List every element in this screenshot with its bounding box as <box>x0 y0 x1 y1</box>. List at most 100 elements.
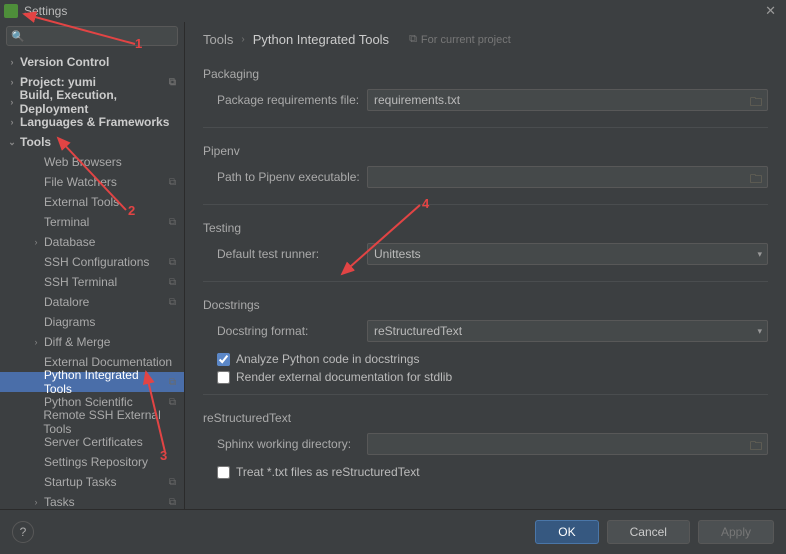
sidebar-item-diagrams[interactable]: Diagrams <box>0 312 184 332</box>
sphinx-dir-input[interactable] <box>367 433 768 455</box>
chevron-down-icon: ▾ <box>757 326 762 337</box>
sidebar-item-label: Python Scientific <box>44 395 133 409</box>
sphinx-dir-label: Sphinx working directory: <box>217 437 367 451</box>
crumb-current: Python Integrated Tools <box>253 32 389 47</box>
project-badge-icon: ⧉ <box>169 477 176 488</box>
docstring-format-label: Docstring format: <box>217 324 367 338</box>
section-pipenv: Pipenv <box>203 144 768 158</box>
folder-icon[interactable]: 🗀 <box>750 170 762 191</box>
sidebar-item-version-control[interactable]: ›Version Control <box>0 52 184 72</box>
sidebar-item-ssh-configurations[interactable]: SSH Configurations ⧉ <box>0 252 184 272</box>
pipenv-path-label: Path to Pipenv executable: <box>217 170 367 184</box>
sidebar-item-label: File Watchers <box>44 175 117 189</box>
sidebar-item-label: External Documentation <box>44 355 172 369</box>
sidebar-item-label: External Tools <box>44 195 119 209</box>
sidebar-item-tasks[interactable]: ›Tasks ⧉ <box>0 492 184 509</box>
project-badge-icon: ⧉ <box>169 277 176 288</box>
chevron-icon: › <box>6 77 18 87</box>
search-icon: 🔍 <box>11 30 25 43</box>
sidebar-item-label: Project: yumi <box>20 75 96 89</box>
treat-txt-label: Treat *.txt files as reStructuredText <box>236 465 420 479</box>
pipenv-path-input[interactable] <box>367 166 768 188</box>
chevron-down-icon: ▾ <box>757 249 762 260</box>
sidebar-item-label: Datalore <box>44 295 89 309</box>
sidebar-item-database[interactable]: ›Database <box>0 232 184 252</box>
sidebar-item-label: Diagrams <box>44 315 95 329</box>
cancel-button[interactable]: Cancel <box>607 520 690 544</box>
sidebar-item-label: Remote SSH External Tools <box>43 408 184 436</box>
folder-icon[interactable]: 🗀 <box>750 93 762 114</box>
analyze-docstrings-checkbox[interactable] <box>217 353 230 366</box>
sidebar-item-label: Web Browsers <box>44 155 122 169</box>
chevron-icon: ⌄ <box>6 137 18 148</box>
ok-button[interactable]: OK <box>535 520 598 544</box>
section-testing: Testing <box>203 221 768 235</box>
window-title: Settings <box>24 4 67 18</box>
test-runner-label: Default test runner: <box>217 247 367 261</box>
analyze-docstrings-label: Analyze Python code in docstrings <box>236 352 419 366</box>
app-icon <box>4 4 18 18</box>
chevron-icon: › <box>30 497 42 507</box>
crumb-tools[interactable]: Tools <box>203 32 233 47</box>
help-button[interactable]: ? <box>12 521 34 543</box>
sidebar-item-web-browsers[interactable]: Web Browsers <box>0 152 184 172</box>
req-file-input[interactable] <box>367 89 768 111</box>
treat-txt-checkbox[interactable] <box>217 466 230 479</box>
chevron-icon: › <box>6 57 18 67</box>
project-badge-icon: ⧉ <box>169 257 176 268</box>
main-panel: Tools › Python Integrated Tools ⧉ For cu… <box>185 22 786 509</box>
folder-icon[interactable]: 🗀 <box>750 437 762 458</box>
render-stdlib-label: Render external documentation for stdlib <box>236 370 452 384</box>
project-badge-icon: ⧉ <box>169 497 176 508</box>
sidebar-item-label: SSH Configurations <box>44 255 149 269</box>
annotation-3: 3 <box>160 448 167 463</box>
search-input[interactable] <box>6 26 178 46</box>
copy-icon: ⧉ <box>409 33 417 46</box>
sidebar-item-terminal[interactable]: Terminal⧉ <box>0 212 184 232</box>
sidebar-item-build-execution-deployment[interactable]: ›Build, Execution, Deployment <box>0 92 184 112</box>
sidebar-item-label: Startup Tasks <box>44 475 116 489</box>
test-runner-select[interactable]: Unittests <box>367 243 768 265</box>
sidebar-item-label: Tasks <box>44 495 75 509</box>
close-icon[interactable]: ✕ <box>759 3 782 19</box>
sidebar-item-label: Diff & Merge <box>44 335 110 349</box>
annotation-4: 4 <box>422 196 429 211</box>
settings-tree: ›Version Control›Project: yumi⧉›Build, E… <box>0 50 184 509</box>
project-badge-icon: ⧉ <box>169 177 176 188</box>
sidebar-item-remote-ssh-external-tools[interactable]: Remote SSH External Tools <box>0 412 184 432</box>
sidebar-item-external-tools[interactable]: External Tools <box>0 192 184 212</box>
breadcrumb: Tools › Python Integrated Tools ⧉ For cu… <box>203 32 768 47</box>
annotation-1: 1 <box>135 36 142 51</box>
sidebar-item-tools[interactable]: ⌄Tools <box>0 132 184 152</box>
project-scope-badge: ⧉ For current project <box>409 33 511 46</box>
sidebar-item-languages-frameworks[interactable]: ›Languages & Frameworks <box>0 112 184 132</box>
dialog-footer: ? OK Cancel Apply <box>0 509 786 554</box>
project-badge-icon: ⧉ <box>169 397 176 408</box>
sidebar-item-datalore[interactable]: Datalore ⧉ <box>0 292 184 312</box>
chevron-icon: › <box>30 237 42 247</box>
chevron-right-icon: › <box>241 34 244 45</box>
sidebar-item-label: Version Control <box>20 55 109 69</box>
section-rst: reStructuredText <box>203 411 768 425</box>
chevron-icon: › <box>30 337 42 347</box>
titlebar: Settings ✕ <box>0 0 786 22</box>
project-badge-icon: ⧉ <box>169 77 176 88</box>
sidebar-item-label: Build, Execution, Deployment <box>20 88 184 116</box>
annotation-2: 2 <box>128 203 135 218</box>
sidebar-item-startup-tasks[interactable]: Startup Tasks ⧉ <box>0 472 184 492</box>
sidebar-item-label: Database <box>44 235 95 249</box>
render-stdlib-checkbox[interactable] <box>217 371 230 384</box>
sidebar-item-python-integrated-tools[interactable]: Python Integrated Tools⧉ <box>0 372 184 392</box>
project-badge-icon: ⧉ <box>169 297 176 308</box>
chevron-icon: › <box>6 117 18 127</box>
sidebar-item-diff-merge[interactable]: ›Diff & Merge <box>0 332 184 352</box>
sidebar-item-file-watchers[interactable]: File Watchers ⧉ <box>0 172 184 192</box>
sidebar-item-label: Server Certificates <box>44 435 143 449</box>
chevron-icon: › <box>6 97 18 107</box>
sidebar: 🔍 ›Version Control›Project: yumi⧉›Build,… <box>0 22 185 509</box>
sidebar-item-label: Settings Repository <box>44 455 148 469</box>
sidebar-item-ssh-terminal[interactable]: SSH Terminal⧉ <box>0 272 184 292</box>
apply-button[interactable]: Apply <box>698 520 774 544</box>
sidebar-item-settings-repository[interactable]: Settings Repository <box>0 452 184 472</box>
docstring-format-select[interactable]: reStructuredText <box>367 320 768 342</box>
